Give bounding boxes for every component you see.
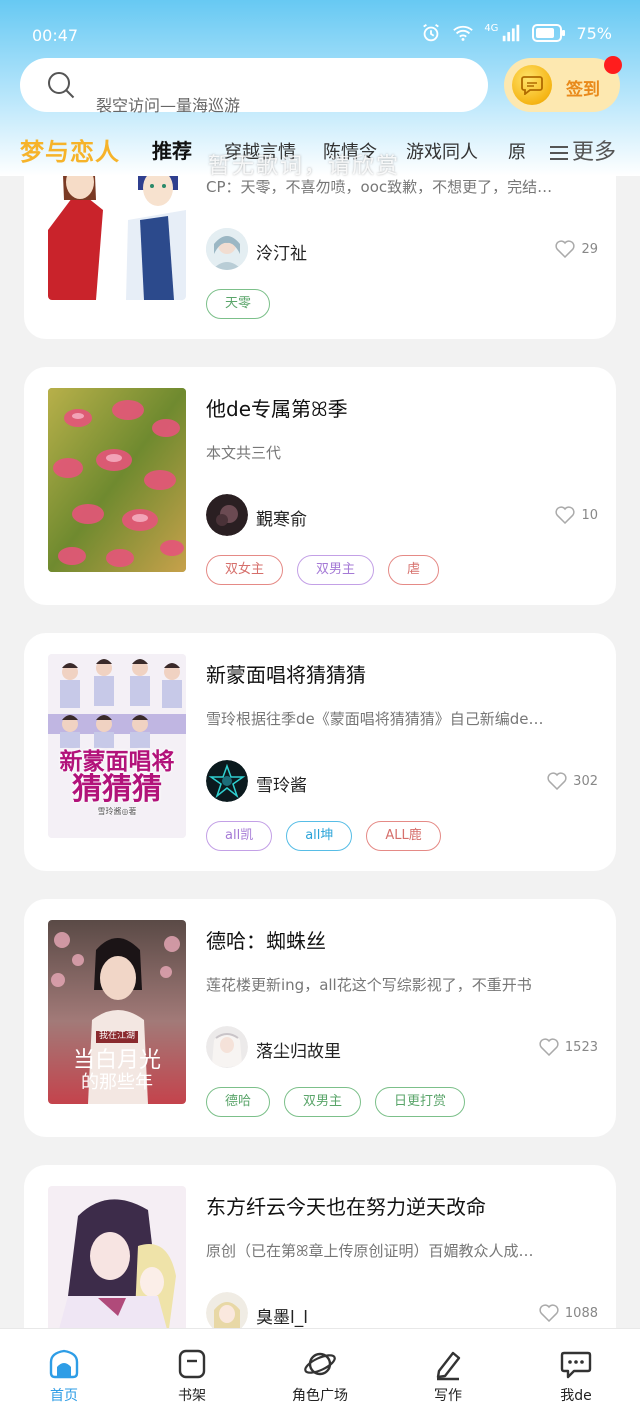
- like-count-value: 1088: [564, 1305, 598, 1321]
- tag-chip[interactable]: 双男主: [297, 555, 375, 585]
- author-name[interactable]: 泠汀祉: [256, 239, 307, 264]
- book-card[interactable]: 他de专属第ꕤ季 本文共三代 覲寒俞 10 双女主 双男主 虐: [24, 367, 616, 605]
- like-count[interactable]: 29: [555, 240, 598, 258]
- signin-label: 签到: [566, 80, 600, 100]
- author-name[interactable]: 臭墨l_l: [256, 1303, 308, 1328]
- battery-icon: [532, 24, 566, 42]
- cover-author: 雪玲酱◎著: [97, 806, 137, 816]
- cover-title-line1: 我在江湖: [95, 1031, 138, 1043]
- author-avatar[interactable]: [206, 228, 248, 270]
- cover-title-line3: 的那些年: [81, 1072, 153, 1094]
- network-label: 4G: [484, 22, 499, 34]
- author-name[interactable]: 落尘归故里: [256, 1037, 341, 1062]
- author-avatar[interactable]: [206, 1026, 248, 1068]
- book-title[interactable]: 他de专属第ꕤ季: [206, 393, 348, 422]
- more-tabs-button[interactable]: 更多: [550, 134, 616, 166]
- cover-title-line2: 当白月光: [72, 1047, 161, 1073]
- signal-icon: [503, 24, 520, 42]
- search-input[interactable]: 裂空访问—量海巡游: [20, 58, 488, 115]
- tag-list: 德哈 双男主 日更打赏: [206, 1087, 466, 1117]
- planet-icon: [304, 1352, 336, 1376]
- tag-chip[interactable]: 天零: [206, 289, 271, 319]
- search-placeholder: 裂空访问—量海巡游: [96, 96, 241, 115]
- book-title[interactable]: 东方纤云今天也在努力逆天改命: [206, 1191, 486, 1220]
- book-cover: [48, 388, 186, 572]
- battery-level: 75%: [576, 23, 612, 43]
- cover-title-line1: 新蒙面唱将: [59, 748, 175, 775]
- nav-home[interactable]: 首页: [14, 1347, 114, 1405]
- pen-icon: [436, 1351, 461, 1381]
- signin-coin-icon: [512, 65, 552, 105]
- more-label: 更多: [572, 140, 617, 165]
- like-count-value: 1523: [564, 1039, 598, 1055]
- nav-write[interactable]: 写作: [398, 1347, 498, 1405]
- heart-icon: [547, 772, 567, 790]
- nav-write-label: 写作: [434, 1388, 462, 1404]
- search-icon: [48, 72, 75, 99]
- heart-icon: [539, 1304, 559, 1322]
- author-name[interactable]: 雪玲酱: [256, 771, 307, 796]
- alarm-icon: [423, 23, 440, 42]
- book-description: 莲花楼更新ing，all花这个写综影视了，不重开书: [206, 976, 532, 994]
- nav-character-plaza-label: 角色广场: [292, 1388, 348, 1404]
- menu-icon: [550, 146, 568, 160]
- tag-chip[interactable]: 双女主: [206, 555, 284, 585]
- book-title[interactable]: 德哈：蜘蛛丝: [206, 925, 326, 954]
- like-count-value: 302: [573, 773, 598, 789]
- notification-dot: [604, 56, 622, 74]
- nav-me-label: 我de: [560, 1388, 592, 1404]
- author-avatar[interactable]: [206, 494, 248, 536]
- signin-button[interactable]: 签到: [504, 58, 620, 112]
- app-logo: 梦与恋人: [20, 138, 120, 166]
- tag-chip[interactable]: ALL鹿: [366, 821, 441, 851]
- lyric-overlay: 暂无歌词，请欣赏: [208, 154, 401, 179]
- like-count-value: 29: [581, 241, 598, 257]
- tag-chip[interactable]: 德哈: [206, 1087, 271, 1117]
- author-avatar[interactable]: [206, 760, 248, 802]
- nav-character-plaza[interactable]: 角色广场: [270, 1347, 370, 1405]
- heart-icon: [539, 1038, 559, 1056]
- bookshelf-icon: [178, 1349, 206, 1379]
- tag-list: 双女主 双男主 虐: [206, 555, 440, 585]
- cover-title-line2: 猜猜猜: [72, 772, 162, 808]
- nav-home-label: 首页: [50, 1388, 78, 1404]
- tag-list: all凯 all坤 ALL鹿: [206, 821, 441, 851]
- nav-bookshelf-label: 书架: [178, 1388, 206, 1404]
- wifi-icon: [453, 25, 474, 41]
- book-description: 雪玲根据往季de《蒙面唱将猜猜猜》自己新编de…: [206, 710, 544, 728]
- book-card[interactable]: 我在江湖 当白月光 的那些年 德哈：蜘蛛丝 莲花楼更新ing，all花这个写综影…: [24, 899, 616, 1137]
- heart-icon: [555, 506, 576, 524]
- tag-chip[interactable]: 虐: [388, 555, 440, 585]
- tab-original[interactable]: 原: [508, 138, 534, 164]
- book-card[interactable]: 新蒙面唱将 猜猜猜 雪玲酱◎著 新蒙面唱将猜猜猜 雪玲根据往季de《蒙面唱将猜猜…: [24, 633, 616, 871]
- author-name[interactable]: 覲寒俞: [256, 505, 307, 530]
- tab-recommend[interactable]: 推荐: [152, 135, 192, 164]
- book-description: 原创（已在第ꕤ章上传原创证明）百媚教众人成…: [206, 1242, 534, 1260]
- like-count-value: 10: [581, 507, 598, 523]
- like-count[interactable]: 1523: [539, 1038, 598, 1056]
- like-count[interactable]: 302: [547, 772, 598, 790]
- tag-list: 天零: [206, 289, 271, 319]
- tag-chip[interactable]: all坤: [286, 821, 353, 851]
- nav-bookshelf[interactable]: 书架: [142, 1347, 242, 1405]
- book-cover: 新蒙面唱将 猜猜猜 雪玲酱◎著: [48, 654, 186, 838]
- book-description: 本文共三代: [206, 444, 282, 462]
- status-time: 00:47: [32, 26, 79, 45]
- like-count[interactable]: 10: [555, 506, 598, 524]
- home-icon: [49, 1349, 79, 1379]
- like-count[interactable]: 1088: [539, 1304, 598, 1322]
- tag-chip[interactable]: 双男主: [284, 1087, 362, 1117]
- tag-chip[interactable]: all凯: [206, 821, 273, 851]
- nav-me[interactable]: 我de: [526, 1347, 626, 1405]
- heart-icon: [555, 240, 576, 258]
- bottom-navigation: 首页 书架 角色广场 写作 我de: [0, 1328, 640, 1415]
- book-cover: 我在江湖 当白月光 的那些年: [48, 920, 186, 1104]
- status-icons: 4G 75%: [420, 22, 612, 44]
- tag-chip[interactable]: 日更打赏: [375, 1087, 466, 1117]
- chat-bubble-icon: [560, 1351, 592, 1379]
- book-title[interactable]: 新蒙面唱将猜猜猜: [206, 659, 366, 688]
- tab-game-fanfic[interactable]: 游戏同人: [406, 138, 478, 164]
